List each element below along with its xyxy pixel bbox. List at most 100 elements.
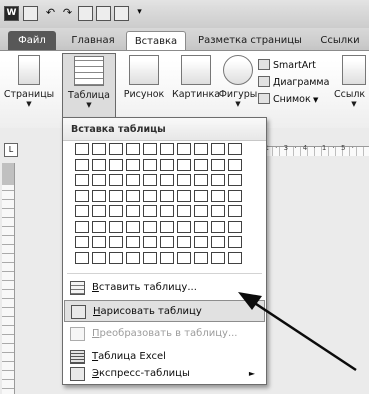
grid-cell[interactable]: [194, 205, 208, 217]
pages-button[interactable]: Страницы ▼: [2, 55, 56, 108]
grid-cell[interactable]: [143, 189, 157, 202]
grid-cell[interactable]: [126, 220, 140, 233]
tab-references[interactable]: Ссылки: [312, 31, 368, 50]
grid-cell[interactable]: [228, 205, 242, 217]
grid-cell[interactable]: [92, 189, 106, 202]
grid-cell[interactable]: [160, 251, 174, 264]
grid-cell[interactable]: [194, 220, 208, 233]
grid-cell[interactable]: [143, 205, 157, 217]
undo-icon[interactable]: ↶: [43, 6, 58, 21]
grid-cell[interactable]: [177, 158, 191, 171]
tab-home[interactable]: Главная: [64, 31, 122, 50]
grid-cell[interactable]: [211, 251, 225, 264]
smartart-button[interactable]: SmartArt: [258, 59, 316, 73]
grid-cell[interactable]: [126, 189, 140, 202]
grid-cell[interactable]: [75, 251, 89, 264]
grid-cell[interactable]: [177, 205, 191, 217]
grid-cell[interactable]: [177, 143, 191, 155]
grid-cell[interactable]: [211, 174, 225, 186]
grid-cell[interactable]: [126, 174, 140, 186]
menu-item-draw-table[interactable]: Нарисовать таблицу: [64, 300, 265, 322]
grid-cell[interactable]: [177, 174, 191, 186]
tab-file[interactable]: Файл: [8, 31, 56, 50]
grid-cell[interactable]: [75, 205, 89, 217]
grid-cell[interactable]: [75, 174, 89, 186]
grid-cell[interactable]: [126, 158, 140, 171]
grid-cell[interactable]: [194, 174, 208, 186]
grid-cell[interactable]: [143, 236, 157, 248]
grid-cell[interactable]: [211, 143, 225, 155]
grid-cell[interactable]: [143, 174, 157, 186]
grid-cell[interactable]: [177, 236, 191, 248]
grid-cell[interactable]: [177, 189, 191, 202]
grid-cell[interactable]: [160, 236, 174, 248]
grid-cell[interactable]: [143, 143, 157, 155]
customize-toolbar-icon[interactable]: ▾: [132, 6, 147, 21]
grid-cell[interactable]: [143, 251, 157, 264]
grid-cell[interactable]: [211, 205, 225, 217]
grid-cell[interactable]: [75, 158, 89, 171]
grid-cell[interactable]: [177, 220, 191, 233]
grid-cell[interactable]: [109, 220, 123, 233]
grid-cell[interactable]: [75, 220, 89, 233]
grid-cell[interactable]: [228, 220, 242, 233]
grid-cell[interactable]: [211, 189, 225, 202]
grid-cell[interactable]: [109, 236, 123, 248]
links-button[interactable]: Ссылк ▼: [334, 55, 369, 108]
grid-cell[interactable]: [92, 174, 106, 186]
grid-cell[interactable]: [228, 236, 242, 248]
grid-cell[interactable]: [160, 143, 174, 155]
table-size-grid[interactable]: [75, 143, 255, 269]
grid-cell[interactable]: [160, 189, 174, 202]
menu-item-insert-table[interactable]: Вставить таблицу...: [64, 277, 265, 299]
grid-cell[interactable]: [143, 220, 157, 233]
grid-cell[interactable]: [92, 143, 106, 155]
tab-page-layout[interactable]: Разметка страницы: [192, 31, 308, 50]
grid-cell[interactable]: [92, 220, 106, 233]
grid-cell[interactable]: [75, 189, 89, 202]
grid-cell[interactable]: [75, 236, 89, 248]
menu-item-quick-tables[interactable]: Экспресс-таблицы ►: [64, 363, 265, 385]
grid-cell[interactable]: [194, 236, 208, 248]
grid-cell[interactable]: [126, 143, 140, 155]
word-app-icon[interactable]: W: [4, 6, 19, 21]
table-button[interactable]: Таблица ▼: [62, 53, 116, 123]
grid-cell[interactable]: [228, 143, 242, 155]
vertical-ruler[interactable]: [2, 163, 15, 394]
grid-cell[interactable]: [92, 236, 106, 248]
grid-cell[interactable]: [109, 189, 123, 202]
grid-cell[interactable]: [194, 189, 208, 202]
chart-button[interactable]: Диаграмма: [258, 76, 329, 90]
screenshot-button[interactable]: Снимок ▼: [258, 93, 318, 107]
grid-cell[interactable]: [177, 251, 191, 264]
grid-cell[interactable]: [160, 158, 174, 171]
grid-cell[interactable]: [75, 143, 89, 155]
grid-cell[interactable]: [228, 251, 242, 264]
grid-cell[interactable]: [109, 205, 123, 217]
new-document-icon[interactable]: [78, 6, 93, 21]
redo-icon[interactable]: ↷: [60, 6, 75, 21]
grid-cell[interactable]: [194, 251, 208, 264]
grid-cell[interactable]: [194, 143, 208, 155]
grid-cell[interactable]: [92, 158, 106, 171]
edit-icon[interactable]: [114, 6, 129, 21]
grid-cell[interactable]: [160, 174, 174, 186]
grid-cell[interactable]: [211, 158, 225, 171]
grid-cell[interactable]: [126, 236, 140, 248]
grid-cell[interactable]: [126, 205, 140, 217]
grid-cell[interactable]: [160, 220, 174, 233]
grid-cell[interactable]: [211, 236, 225, 248]
tab-insert[interactable]: Вставка: [126, 31, 186, 50]
grid-cell[interactable]: [109, 251, 123, 264]
grid-cell[interactable]: [109, 143, 123, 155]
shapes-button[interactable]: Фигуры ▼: [218, 55, 258, 108]
grid-cell[interactable]: [109, 158, 123, 171]
clipart-button[interactable]: Картинка: [170, 55, 222, 100]
grid-cell[interactable]: [160, 205, 174, 217]
grid-cell[interactable]: [211, 220, 225, 233]
grid-cell[interactable]: [109, 174, 123, 186]
tab-selector-button[interactable]: L: [4, 143, 18, 157]
grid-cell[interactable]: [228, 158, 242, 171]
menu-item-convert-to-table[interactable]: Преобразовать в таблицу...: [64, 323, 265, 345]
check-icon[interactable]: [96, 6, 111, 21]
